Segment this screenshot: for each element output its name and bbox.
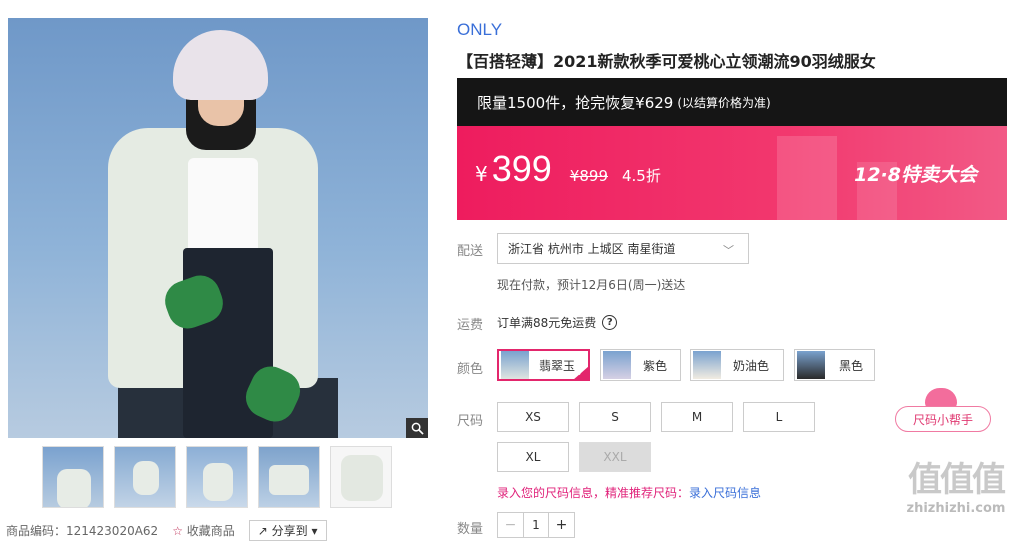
original-price: ¥899 [569,167,608,185]
product-code: 商品编码：121423020A62 [6,524,159,538]
thumbnail-2[interactable] [114,446,176,508]
price-group: ¥ 399 ¥899 4.5折 [475,148,661,190]
quantity-input[interactable]: 1 [524,513,548,537]
size-option-m[interactable]: M [661,402,733,432]
address-select[interactable]: 浙江省 杭州市 上城区 南星街道 ﹀ [497,233,749,264]
quantity-label: 数量 [457,522,484,537]
size-option-xs[interactable]: XS [497,402,569,432]
color-option-label: 黑色 [839,358,864,373]
promo-headline: 限量1500件，抢完恢复¥629 [477,93,674,112]
quantity-decrease-button[interactable]: − [498,513,524,537]
photo-hat [173,30,268,100]
size-tip-link[interactable]: 录入尺码信息 [689,486,761,500]
site-watermark: 值值值 zhizhizhi.com [884,452,1028,530]
product-title: 【百搭轻薄】2021新款秋季可爱桃心立领潮流90羽绒服女 [457,52,876,71]
color-option-cream[interactable]: 奶油色 [690,349,784,381]
thumbnail-4[interactable] [258,446,320,508]
shipping-label: 配送 [457,244,484,259]
watermark-logo: 值值值 [908,460,1006,500]
discount-rate: 4.5折 [622,167,661,185]
brand-name[interactable]: ONLY [457,20,502,40]
color-option-jade[interactable]: 翡翠玉 ✓ [497,349,590,381]
event-title: 12·8特卖大会 [854,164,977,186]
size-helper-button[interactable]: 尺码小帮手 [895,388,991,432]
thumbnail-5[interactable] [330,446,392,508]
color-option-purple[interactable]: 紫色 [600,349,681,381]
size-label: 尺码 [457,414,484,429]
color-swatch [693,351,721,379]
magnifier-icon[interactable] [406,418,428,438]
promo-banner: 限量1500件，抢完恢复¥629 (以结算价格为准) ¥ 399 ¥899 4.… [457,78,1007,220]
size-option-s[interactable]: S [579,402,651,432]
color-option-label: 翡翠玉 [539,358,576,373]
chevron-down-icon: ﹀ [723,244,734,257]
main-product-image[interactable] [8,18,428,438]
size-helper-label: 尺码小帮手 [895,406,991,432]
color-option-black[interactable]: 黑色 [794,349,875,381]
watermark-url: zhizhizhi.com [906,501,1006,516]
size-option-l[interactable]: L [743,402,815,432]
freight-label: 运费 [457,318,484,333]
color-swatch [603,351,631,379]
color-option-label: 奶油色 [733,358,770,373]
size-tip-text: 录入您的尺码信息，精准推荐尺码： [497,486,690,500]
decor-building [777,136,837,220]
favorite-button[interactable]: ☆ 收藏商品 [172,522,235,539]
thumbnail-strip [42,446,392,508]
size-option-xl[interactable]: XL [497,442,569,472]
size-option-xxl: XXL [579,442,651,472]
color-label: 颜色 [457,362,484,377]
promo-note: (以结算价格为准) [677,95,771,110]
share-button[interactable]: ↗ 分享到 ▾ [248,520,327,541]
promo-limit-bar: 限量1500件，抢完恢复¥629 (以结算价格为准) [457,78,1007,126]
product-meta-row: 商品编码：121423020A62 ☆ 收藏商品 ↗ 分享到 ▾ [6,520,430,541]
price-panel: ¥ 399 ¥899 4.5折 12·8特卖大会 [457,126,1007,220]
address-value: 浙江省 杭州市 上城区 南星街道 [508,242,676,256]
size-tip: 录入您的尺码信息，精准推荐尺码：录入尺码信息 [497,484,761,501]
help-icon[interactable]: ? [602,315,618,330]
color-option-label: 紫色 [643,358,668,373]
color-swatch [797,351,825,379]
freight-text: 订单满88元免运费 [497,316,597,330]
currency-symbol: ¥ [475,162,488,186]
freight-info: 订单满88元免运费 ? [497,314,618,331]
color-swatch [501,351,529,379]
quantity-stepper: − 1 + [497,512,575,538]
delivery-eta: 现在付款，预计12月6日(周一)送达 [497,278,686,292]
sale-price: 399 [491,148,552,189]
thumbnail-3[interactable] [186,446,248,508]
quantity-increase-button[interactable]: + [548,513,574,537]
selected-check-icon: ✓ [573,366,589,380]
thumbnail-1[interactable] [42,446,104,508]
